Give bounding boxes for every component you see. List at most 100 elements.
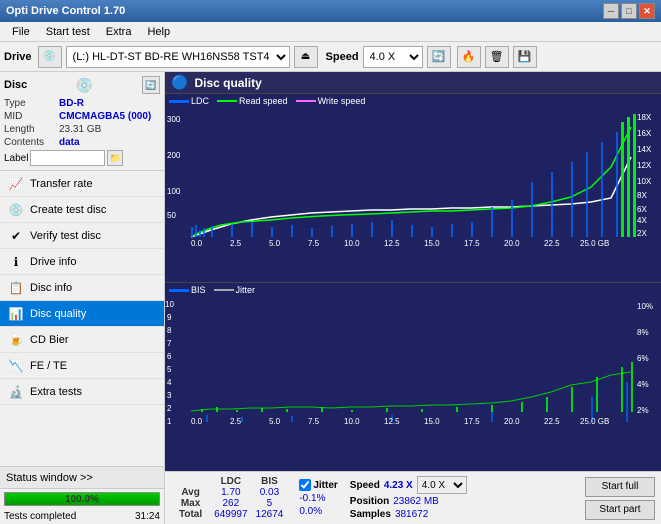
menu-file[interactable]: File xyxy=(4,24,38,40)
max-label: Max xyxy=(171,498,210,509)
menu-start-test[interactable]: Start test xyxy=(38,24,98,40)
jitter-checkbox[interactable] xyxy=(299,479,311,491)
verify-test-disc-icon: ✔ xyxy=(8,229,24,243)
nav-create-test-disc[interactable]: 💿 Create test disc xyxy=(0,197,164,223)
nav-disc-quality[interactable]: 📊 Disc quality xyxy=(0,301,164,327)
svg-text:10%: 10% xyxy=(637,302,653,311)
drive-icon-btn[interactable]: 💿 xyxy=(38,46,62,68)
nav-verify-test-disc-label: Verify test disc xyxy=(30,230,101,242)
svg-text:100: 100 xyxy=(167,187,181,196)
nav-drive-info-label: Drive info xyxy=(30,256,76,268)
speed-select-stat[interactable]: 4.0 X xyxy=(417,476,467,494)
total-label: Total xyxy=(171,509,210,520)
disc-length-row: Length 23.31 GB xyxy=(4,124,160,135)
fe-te-icon: 📉 xyxy=(8,359,24,373)
disc-contents-value: data xyxy=(59,137,80,148)
disc-section-title: Disc xyxy=(4,79,27,91)
nav-extra-tests[interactable]: 🔬 Extra tests xyxy=(0,379,164,405)
nav-disc-info[interactable]: 📋 Disc info xyxy=(0,275,164,301)
erase-btn[interactable]: 🗑 xyxy=(485,46,509,68)
max-bis: 5 xyxy=(252,498,288,509)
left-panel: Disc 💿 🔄 Type BD-R MID CMCMAGBA5 (000) L… xyxy=(0,72,165,524)
nav-disc-info-label: Disc info xyxy=(30,282,72,294)
nav-drive-info[interactable]: ℹ Drive info xyxy=(0,249,164,275)
status-window-btn[interactable]: Status window >> xyxy=(0,467,164,489)
nav-transfer-rate[interactable]: 📈 Transfer rate xyxy=(0,171,164,197)
nav-cd-bier-label: CD Bier xyxy=(30,334,69,346)
disc-mid-value: CMCMAGBA5 (000) xyxy=(59,111,151,122)
avg-jitter-val: -0.1% xyxy=(299,493,325,504)
label-browse-btn[interactable]: 📁 xyxy=(107,150,123,166)
nav-create-test-disc-label: Create test disc xyxy=(30,204,106,216)
svg-text:8: 8 xyxy=(167,326,172,335)
svg-text:17.5: 17.5 xyxy=(464,417,480,426)
svg-text:16X: 16X xyxy=(637,129,652,138)
svg-text:22.5: 22.5 xyxy=(544,239,560,248)
maximize-button[interactable]: □ xyxy=(621,3,637,19)
menu-help[interactable]: Help xyxy=(139,24,178,40)
svg-text:2%: 2% xyxy=(637,406,649,415)
samples-value: 381672 xyxy=(395,509,428,520)
start-full-btn[interactable]: Start full xyxy=(585,477,655,497)
drive-label: Drive xyxy=(4,51,32,63)
avg-bis: 0.03 xyxy=(252,487,288,498)
progress-bar: 100.0% xyxy=(4,492,160,506)
chart-header: 🔵 Disc quality xyxy=(165,72,661,94)
status-left: Tests completed xyxy=(4,511,76,522)
disc-contents-label: Contents xyxy=(4,137,59,148)
nav-fe-te-label: FE / TE xyxy=(30,360,67,372)
svg-text:22.5: 22.5 xyxy=(544,417,560,426)
read-speed-legend-label: Read speed xyxy=(239,96,288,106)
disc-type-label: Type xyxy=(4,98,59,109)
cd-bier-icon: 🍺 xyxy=(8,333,24,347)
svg-text:7.5: 7.5 xyxy=(308,239,320,248)
svg-text:300: 300 xyxy=(167,115,181,124)
start-part-btn[interactable]: Start part xyxy=(585,500,655,520)
nav-extra-tests-label: Extra tests xyxy=(30,386,82,398)
disc-length-value: 23.31 GB xyxy=(59,124,101,135)
burn-btn[interactable]: 🔥 xyxy=(457,46,481,68)
ldc-legend-label: LDC xyxy=(191,96,209,106)
avg-row: Avg 1.70 0.03 xyxy=(171,487,287,498)
close-button[interactable]: ✕ xyxy=(639,3,655,19)
position-label: Position xyxy=(350,496,389,507)
status-section: Status window >> 100.0% Tests completed … xyxy=(0,466,164,524)
svg-text:0.0: 0.0 xyxy=(191,417,203,426)
disc-label-label: Label xyxy=(4,153,28,164)
svg-text:12X: 12X xyxy=(637,161,652,170)
main-layout: Disc 💿 🔄 Type BD-R MID CMCMAGBA5 (000) L… xyxy=(0,72,661,524)
refresh-btn[interactable]: 🔄 xyxy=(427,46,451,68)
svg-text:50: 50 xyxy=(167,211,176,220)
eject-btn[interactable]: ⏏ xyxy=(294,46,318,68)
svg-text:6: 6 xyxy=(167,352,172,361)
read-speed-legend: Read speed xyxy=(217,96,288,106)
write-speed-legend: Write speed xyxy=(296,96,366,106)
bis-col-header: BIS xyxy=(252,476,288,487)
menu-extra[interactable]: Extra xyxy=(98,24,140,40)
disc-mid-row: MID CMCMAGBA5 (000) xyxy=(4,111,160,122)
svg-text:12.5: 12.5 xyxy=(384,239,400,248)
svg-text:5: 5 xyxy=(167,365,172,374)
disc-refresh-btn[interactable]: 🔄 xyxy=(142,76,160,94)
stats-table: LDC BIS Avg 1.70 0.03 Max 262 5 xyxy=(171,476,287,520)
minimize-button[interactable]: ─ xyxy=(603,3,619,19)
disc-length-label: Length xyxy=(4,124,59,135)
svg-text:14X: 14X xyxy=(637,145,652,154)
progress-section: 100.0% xyxy=(0,489,164,509)
svg-text:25.0 GB: 25.0 GB xyxy=(580,239,609,248)
nav-cd-bier[interactable]: 🍺 CD Bier xyxy=(0,327,164,353)
svg-text:8%: 8% xyxy=(637,328,649,337)
chart-header-icon: 🔵 xyxy=(171,74,188,91)
svg-text:2.5: 2.5 xyxy=(230,417,242,426)
nav-fe-te[interactable]: 📉 FE / TE xyxy=(0,353,164,379)
nav-verify-test-disc[interactable]: ✔ Verify test disc xyxy=(0,223,164,249)
max-ldc: 262 xyxy=(210,498,251,509)
speed-select[interactable]: 4.0 X xyxy=(363,46,423,68)
menu-bar: File Start test Extra Help xyxy=(0,22,661,42)
chart-title: Disc quality xyxy=(194,76,261,90)
create-test-disc-icon: 💿 xyxy=(8,203,24,217)
ldc-col-header: LDC xyxy=(210,476,251,487)
disc-label-input[interactable] xyxy=(30,150,105,166)
drive-select[interactable]: (L:) HL-DT-ST BD-RE WH16NS58 TST4 xyxy=(66,46,290,68)
save-btn[interactable]: 💾 xyxy=(513,46,537,68)
